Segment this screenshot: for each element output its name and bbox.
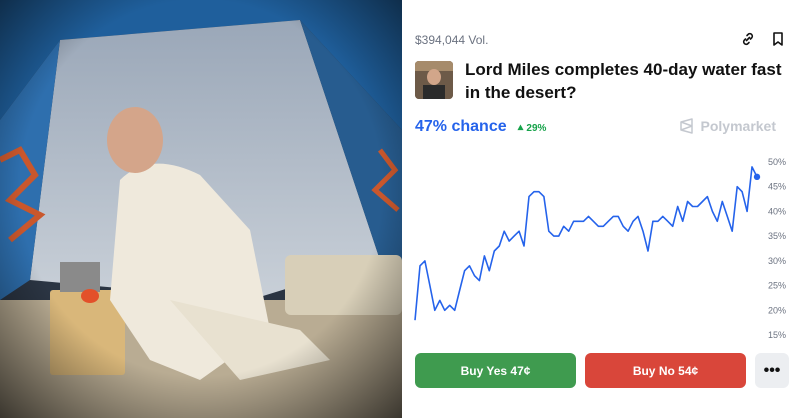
chance-change-value: 29%	[526, 123, 547, 134]
market-thumbnail	[415, 61, 453, 99]
more-options-button[interactable]: •••	[755, 353, 789, 388]
price-line	[414, 166, 758, 321]
buy-yes-button[interactable]: Buy Yes 47¢	[415, 353, 576, 388]
brand-name: Polymarket	[700, 118, 776, 134]
market-photo	[0, 0, 402, 418]
brand: Polymarket	[679, 118, 776, 134]
card-actions	[740, 31, 786, 47]
y-tick-label: 25%	[768, 281, 786, 291]
triangle-up-icon	[517, 124, 524, 131]
y-tick-label: 40%	[768, 206, 786, 216]
market-title[interactable]: Lord Miles completes 40-day water fast i…	[465, 58, 785, 104]
link-icon[interactable]	[740, 31, 756, 47]
y-tick-label: 50%	[768, 157, 786, 167]
polymarket-logo-icon	[679, 118, 693, 134]
market-card: $394,044 Vol. Lord Miles completes 40-da…	[402, 0, 800, 418]
price-chart: 50% 45% 40% 35% 30% 25% 20% 15%	[414, 157, 786, 340]
current-price-dot	[753, 173, 761, 181]
bookmark-icon[interactable]	[770, 31, 786, 47]
y-tick-label: 20%	[768, 305, 786, 315]
y-tick-label: 15%	[768, 330, 786, 340]
buy-no-button[interactable]: Buy No 54¢	[585, 353, 746, 388]
y-tick-label: 30%	[768, 256, 786, 266]
volume-label: $394,044 Vol.	[415, 33, 489, 47]
y-tick-label: 35%	[768, 231, 786, 241]
chance-value: 47% chance	[415, 118, 507, 135]
chance-row: 47% chance 29%	[415, 118, 546, 136]
y-tick-label: 45%	[768, 182, 786, 192]
chance-change: 29%	[517, 123, 547, 134]
trade-buttons: Buy Yes 47¢ Buy No 54¢ •••	[415, 353, 790, 388]
